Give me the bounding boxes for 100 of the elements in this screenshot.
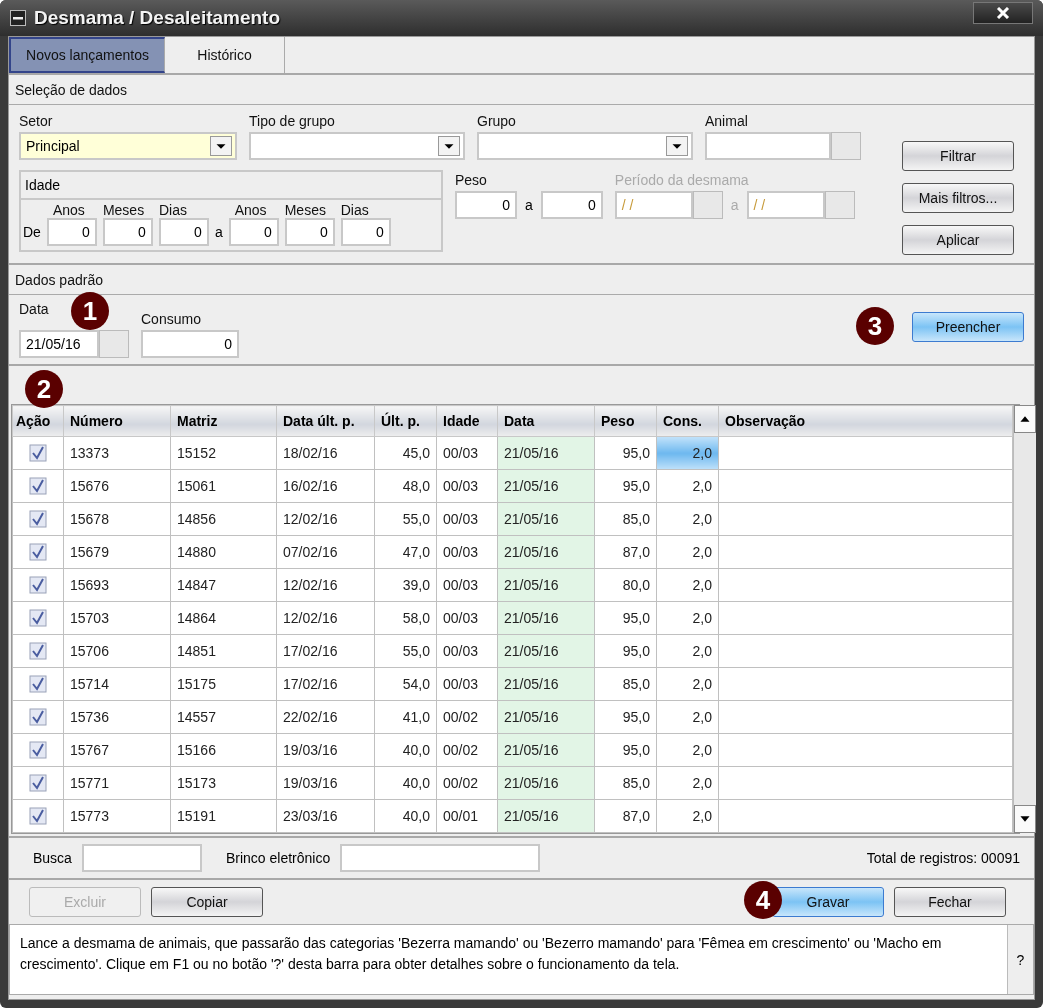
scroll-up-icon[interactable] <box>1014 405 1036 433</box>
column-header[interactable]: Matriz <box>170 405 277 437</box>
table-cell: 2,0 <box>656 634 719 668</box>
table-cell: 21/05/16 <box>497 733 595 767</box>
field-label: Meses <box>284 202 326 218</box>
number-field[interactable]: 0 <box>455 191 517 219</box>
help-button[interactable]: ? <box>1007 925 1033 994</box>
dropdown-field[interactable] <box>249 132 465 160</box>
date-field[interactable]: 21/05/16 <box>19 330 99 358</box>
table-cell: 17/02/16 <box>276 667 375 701</box>
table-cell: 55,0 <box>374 634 437 668</box>
column-header[interactable]: Últ. p. <box>374 405 437 437</box>
tab[interactable]: Novos lançamentos <box>9 37 165 73</box>
minimize-icon[interactable] <box>10 10 26 26</box>
checkbox[interactable] <box>29 774 47 792</box>
table-cell: 15773 <box>63 799 171 833</box>
table-cell: 12/02/16 <box>276 601 375 635</box>
callout-marker: 3 <box>856 307 894 345</box>
table-cell: 2,0 <box>656 436 719 470</box>
filter-button[interactable]: Aplicar <box>902 225 1014 255</box>
number-field[interactable]: 0 <box>540 191 603 219</box>
number-field[interactable]: 0 <box>141 330 239 358</box>
table-cell: 21/05/16 <box>497 634 595 668</box>
table-cell: 15679 <box>63 535 171 569</box>
number-field[interactable]: 0 <box>158 218 209 246</box>
number-field[interactable]: 0 <box>102 218 153 246</box>
number-field[interactable]: 0 <box>284 218 335 246</box>
column-header[interactable]: Ação <box>12 405 64 437</box>
table-cell: 55,0 <box>374 502 437 536</box>
field-label: Peso <box>455 172 487 188</box>
column-header[interactable]: Cons. <box>656 405 719 437</box>
column-header[interactable]: Data <box>497 405 595 437</box>
dropdown-field[interactable]: Principal <box>19 132 237 160</box>
action-button[interactable]: Fechar <box>894 887 1006 917</box>
table-cell: 87,0 <box>594 535 657 569</box>
table-cell: 00/02 <box>436 733 498 767</box>
search-field[interactable] <box>81 844 202 872</box>
table-cell: 21/05/16 <box>497 502 595 536</box>
action-button[interactable]: Gravar <box>772 887 884 917</box>
filter-button[interactable]: Filtrar <box>902 141 1014 171</box>
action-button[interactable]: Copiar <box>151 887 263 917</box>
tag-field[interactable] <box>340 844 541 872</box>
window-title: Desmama / Desaleitamento <box>34 7 282 29</box>
table-cell: 15771 <box>63 766 171 800</box>
field-label: Período da desmama <box>614 172 749 188</box>
scroll-down-icon[interactable] <box>1014 805 1036 833</box>
field-label: Meses <box>102 202 145 218</box>
table-cell: 2,0 <box>656 469 719 503</box>
checkbox[interactable] <box>29 477 47 495</box>
column-header[interactable]: Peso <box>594 405 657 437</box>
table-cell: 2,0 <box>656 700 719 734</box>
column-header[interactable]: Observação <box>718 405 1013 437</box>
close-button[interactable] <box>973 2 1033 24</box>
checkbox[interactable] <box>29 444 47 462</box>
table-cell: 15678 <box>63 502 171 536</box>
checkbox[interactable] <box>29 642 47 660</box>
table-cell: 16/02/16 <box>276 469 375 503</box>
dropdown-field[interactable] <box>477 132 693 160</box>
table-cell: 15714 <box>63 667 171 701</box>
column-header[interactable]: Número <box>63 405 171 437</box>
scrollbar[interactable] <box>1013 405 1036 833</box>
table-cell: 15736 <box>63 700 171 734</box>
fill-button[interactable]: Preencher <box>912 312 1024 342</box>
section-title: Dados padrão <box>15 271 103 288</box>
checkbox[interactable] <box>29 807 47 825</box>
checkbox[interactable] <box>29 576 47 594</box>
table-cell: 87,0 <box>594 799 657 833</box>
table-cell: 2,0 <box>656 568 719 602</box>
table-cell: 95,0 <box>594 700 657 734</box>
table-cell: 14880 <box>170 535 277 569</box>
table-cell: 85,0 <box>594 766 657 800</box>
table-cell: 15767 <box>63 733 171 767</box>
column-header[interactable]: Data últ. p. <box>276 405 375 437</box>
field-label: Dias <box>340 202 369 218</box>
table-cell: 95,0 <box>594 436 657 470</box>
callout-marker: 1 <box>71 292 109 330</box>
checkbox[interactable] <box>29 543 47 561</box>
table-cell: 00/01 <box>436 799 498 833</box>
checkbox[interactable] <box>29 741 47 759</box>
checkbox[interactable] <box>29 609 47 627</box>
number-field[interactable]: 0 <box>340 218 391 246</box>
table-cell: 2,0 <box>656 667 719 701</box>
checkbox[interactable] <box>29 708 47 726</box>
filter-button[interactable]: Mais filtros... <box>902 183 1014 213</box>
animal-field[interactable] <box>705 132 831 160</box>
group-title: Idade <box>25 177 61 193</box>
number-field[interactable]: 0 <box>228 218 279 246</box>
table-cell: 15703 <box>63 601 171 635</box>
table-cell: 80,0 <box>594 568 657 602</box>
table-cell: 13373 <box>63 436 171 470</box>
number-field[interactable]: 0 <box>46 218 97 246</box>
column-header[interactable]: Idade <box>436 405 498 437</box>
checkbox[interactable] <box>29 675 47 693</box>
field-label: Brinco eletrônico <box>225 850 331 866</box>
checkbox[interactable] <box>29 510 47 528</box>
table-cell: 07/02/16 <box>276 535 375 569</box>
range-separator: a <box>525 197 533 213</box>
table-cell: 41,0 <box>374 700 437 734</box>
table-cell: 15166 <box>170 733 277 767</box>
table-cell: 15175 <box>170 667 277 701</box>
